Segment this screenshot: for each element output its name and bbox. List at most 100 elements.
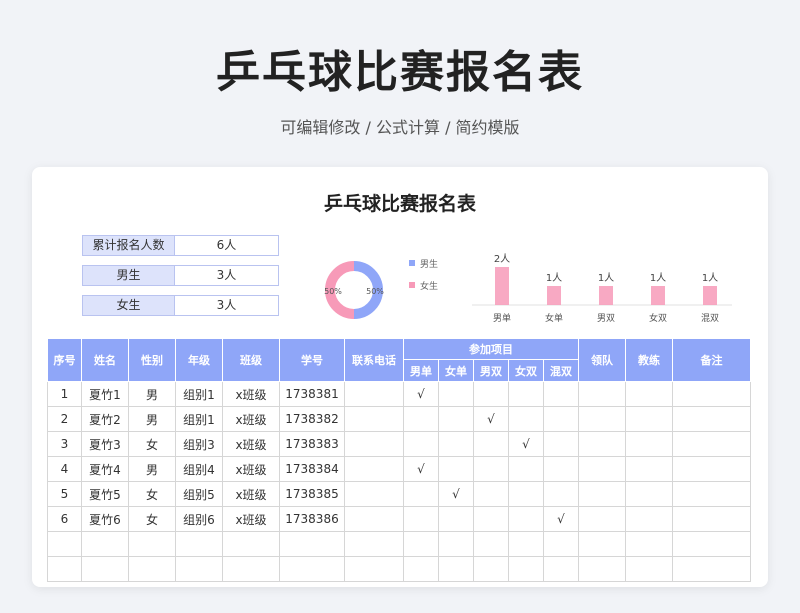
cell-gender[interactable]: 男 (128, 406, 176, 432)
cell-phone[interactable] (344, 481, 404, 507)
cell-gender[interactable]: 女 (128, 481, 176, 507)
cell-gender[interactable]: 女 (128, 506, 176, 532)
cell-student-id[interactable]: 1738381 (279, 381, 345, 407)
cell-event[interactable] (438, 506, 474, 532)
cell-event-checked[interactable]: √ (473, 406, 509, 432)
cell-class[interactable]: x班级 (222, 456, 280, 482)
cell-event[interactable] (473, 506, 509, 532)
cell-name[interactable]: 夏竹5 (81, 481, 129, 507)
cell-event[interactable] (543, 456, 579, 482)
cell-event[interactable] (403, 431, 439, 457)
cell-event[interactable] (508, 506, 544, 532)
cell-note[interactable] (672, 456, 751, 482)
cell-gender[interactable]: 男 (128, 456, 176, 482)
cell-seq[interactable]: 2 (47, 406, 82, 432)
cell-empty[interactable] (578, 531, 626, 557)
cell-empty[interactable] (47, 531, 82, 557)
cell-leader[interactable] (578, 381, 626, 407)
cell-name[interactable]: 夏竹2 (81, 406, 129, 432)
cell-event[interactable] (543, 381, 579, 407)
cell-event-checked[interactable]: √ (438, 481, 474, 507)
cell-event[interactable] (403, 481, 439, 507)
cell-empty[interactable] (438, 556, 474, 582)
cell-event[interactable] (403, 406, 439, 432)
cell-event[interactable] (473, 456, 509, 482)
cell-note[interactable] (672, 481, 751, 507)
cell-student-id[interactable]: 1738383 (279, 431, 345, 457)
cell-event[interactable] (473, 381, 509, 407)
cell-coach[interactable] (625, 481, 673, 507)
cell-seq[interactable]: 6 (47, 506, 82, 532)
cell-event[interactable] (508, 456, 544, 482)
cell-class[interactable]: x班级 (222, 381, 280, 407)
cell-empty[interactable] (438, 531, 474, 557)
cell-event[interactable] (438, 456, 474, 482)
cell-note[interactable] (672, 406, 751, 432)
cell-empty[interactable] (128, 531, 176, 557)
cell-event[interactable] (543, 406, 579, 432)
cell-empty[interactable] (222, 531, 280, 557)
summary-value[interactable]: 6人 (175, 235, 279, 256)
cell-leader[interactable] (578, 431, 626, 457)
cell-event-checked[interactable]: √ (403, 456, 439, 482)
cell-event[interactable] (403, 506, 439, 532)
cell-event-checked[interactable]: √ (508, 431, 544, 457)
cell-empty[interactable] (81, 556, 129, 582)
cell-seq[interactable]: 3 (47, 431, 82, 457)
cell-empty[interactable] (625, 556, 673, 582)
cell-coach[interactable] (625, 506, 673, 532)
cell-empty[interactable] (344, 556, 404, 582)
cell-coach[interactable] (625, 406, 673, 432)
cell-event[interactable] (473, 431, 509, 457)
cell-event[interactable] (438, 431, 474, 457)
cell-event[interactable] (508, 381, 544, 407)
cell-name[interactable]: 夏竹6 (81, 506, 129, 532)
cell-note[interactable] (672, 431, 751, 457)
cell-empty[interactable] (672, 531, 751, 557)
cell-empty[interactable] (473, 531, 509, 557)
cell-phone[interactable] (344, 431, 404, 457)
cell-grade[interactable]: 组别6 (175, 506, 223, 532)
cell-seq[interactable]: 4 (47, 456, 82, 482)
cell-grade[interactable]: 组别4 (175, 456, 223, 482)
cell-gender[interactable]: 男 (128, 381, 176, 407)
cell-name[interactable]: 夏竹1 (81, 381, 129, 407)
cell-coach[interactable] (625, 456, 673, 482)
cell-leader[interactable] (578, 481, 626, 507)
cell-class[interactable]: x班级 (222, 431, 280, 457)
cell-seq[interactable]: 5 (47, 481, 82, 507)
cell-empty[interactable] (578, 556, 626, 582)
cell-empty[interactable] (81, 531, 129, 557)
cell-seq[interactable]: 1 (47, 381, 82, 407)
cell-phone[interactable] (344, 456, 404, 482)
cell-empty[interactable] (47, 556, 82, 582)
cell-event[interactable] (438, 406, 474, 432)
cell-coach[interactable] (625, 381, 673, 407)
cell-phone[interactable] (344, 406, 404, 432)
cell-event-checked[interactable]: √ (403, 381, 439, 407)
cell-student-id[interactable]: 1738385 (279, 481, 345, 507)
cell-note[interactable] (672, 506, 751, 532)
cell-event-checked[interactable]: √ (543, 506, 579, 532)
cell-event[interactable] (438, 381, 474, 407)
cell-empty[interactable] (508, 531, 544, 557)
cell-empty[interactable] (508, 556, 544, 582)
cell-empty[interactable] (543, 531, 579, 557)
cell-event[interactable] (508, 481, 544, 507)
cell-coach[interactable] (625, 431, 673, 457)
cell-grade[interactable]: 组别1 (175, 381, 223, 407)
cell-empty[interactable] (279, 531, 345, 557)
cell-empty[interactable] (403, 531, 439, 557)
cell-empty[interactable] (672, 556, 751, 582)
cell-leader[interactable] (578, 506, 626, 532)
cell-name[interactable]: 夏竹4 (81, 456, 129, 482)
cell-class[interactable]: x班级 (222, 506, 280, 532)
cell-grade[interactable]: 组别5 (175, 481, 223, 507)
cell-empty[interactable] (625, 531, 673, 557)
cell-empty[interactable] (543, 556, 579, 582)
cell-phone[interactable] (344, 506, 404, 532)
cell-empty[interactable] (222, 556, 280, 582)
cell-student-id[interactable]: 1738386 (279, 506, 345, 532)
summary-value[interactable]: 3人 (175, 265, 279, 286)
cell-event[interactable] (508, 406, 544, 432)
